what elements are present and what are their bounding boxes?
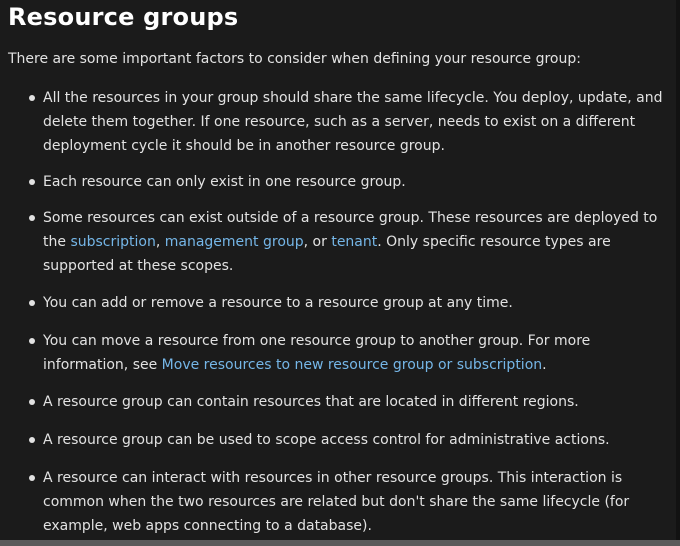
list-item-add-remove: You can add or remove a resource to a re… [29,291,669,315]
list-item-text-suffix: . [542,357,547,373]
list-item-text: A resource group can contain resources t… [43,394,579,410]
separator: , [155,234,165,250]
separator: , or [303,234,332,250]
list-item-regions: A resource group can contain resources t… [29,390,669,414]
list-item-outside-group: Some resources can exist outside of a re… [29,206,669,278]
tenant-link[interactable]: tenant [331,234,377,250]
scroll-edge [676,0,680,546]
list-item-interact: A resource can interact with resources i… [29,466,669,538]
list-item-text: A resource group can be used to scope ac… [43,432,610,448]
management-group-link[interactable]: management group [165,234,304,250]
list-item-access-control: A resource group can be used to scope ac… [29,428,669,452]
document-page: Resource groups There are some important… [0,0,676,540]
list-item-single-group: Each resource can only exist in one reso… [29,170,669,194]
list-item-text: Each resource can only exist in one reso… [43,174,406,190]
intro-paragraph: There are some important factors to cons… [8,51,581,67]
list-item-move: You can move a resource from one resourc… [29,329,669,377]
move-resources-link[interactable]: Move resources to new resource group or … [162,357,542,373]
list-item-lifecycle: All the resources in your group should s… [29,86,669,158]
page-title: Resource groups [8,3,239,31]
list-item-text: You can add or remove a resource to a re… [43,295,513,311]
list-item-text: All the resources in your group should s… [43,90,663,154]
subscription-link[interactable]: subscription [70,234,155,250]
bottom-scrollbar[interactable] [0,540,680,546]
list-item-text: A resource can interact with resources i… [43,470,630,534]
